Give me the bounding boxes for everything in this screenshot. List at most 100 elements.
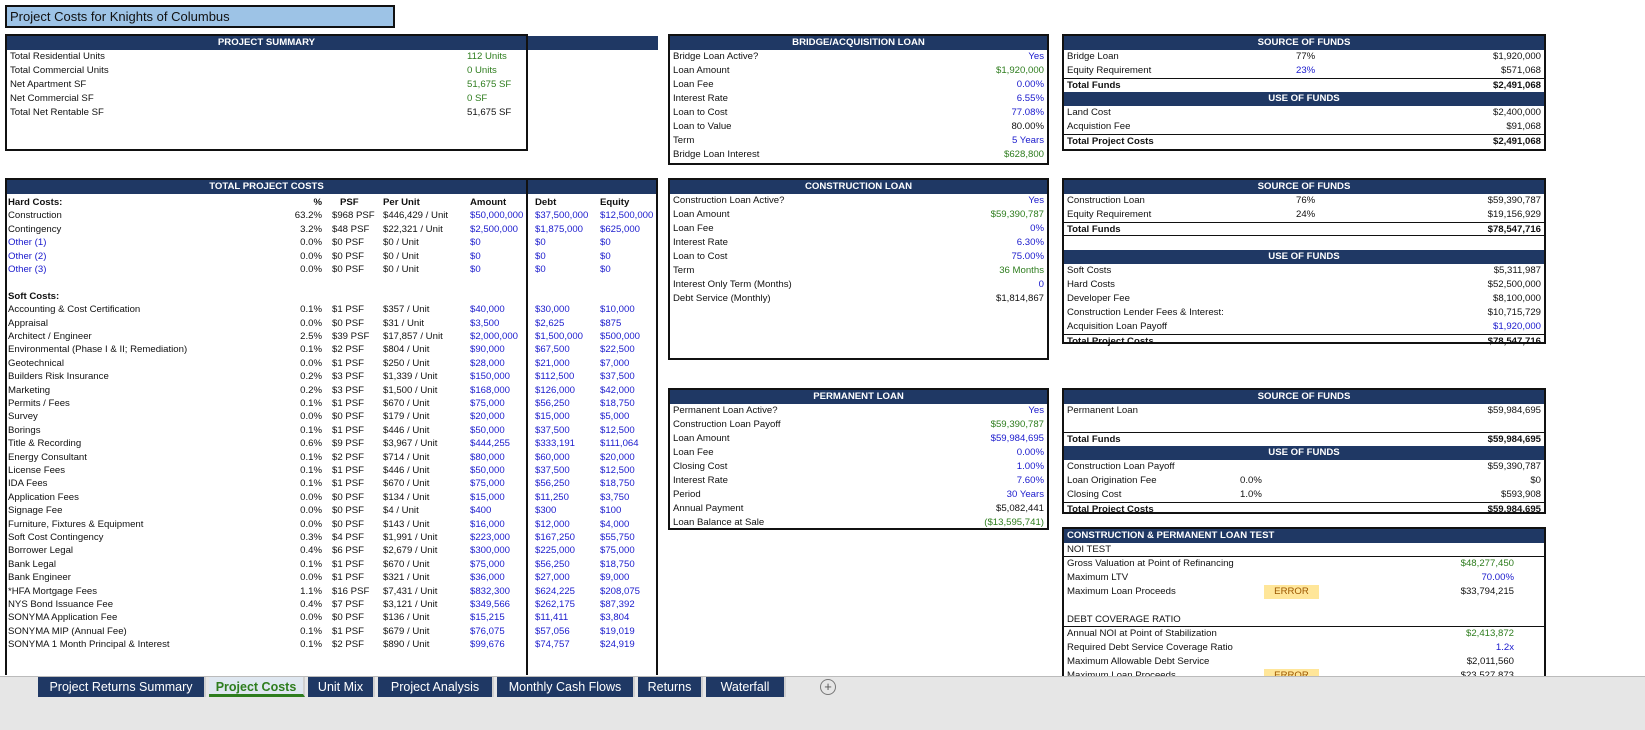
cost-amount[interactable]: $2,000,000 bbox=[470, 330, 518, 344]
cost-name: Appraisal bbox=[8, 317, 48, 329]
row-value[interactable]: 0% bbox=[1030, 222, 1044, 236]
cost-amount[interactable]: $40,000 bbox=[470, 303, 505, 317]
cost-pct: 0.0% bbox=[300, 317, 322, 329]
row-value[interactable]: $1,920,000 bbox=[996, 64, 1044, 78]
cost-pct: 1.1% bbox=[300, 585, 322, 597]
cost-amount[interactable]: $0 bbox=[470, 250, 481, 264]
row-label: Loan Fee bbox=[673, 447, 714, 458]
row-value[interactable]: 0 SF bbox=[467, 92, 487, 106]
row-value[interactable]: 36 Months bbox=[999, 264, 1044, 278]
row-value[interactable]: 0 bbox=[1039, 278, 1044, 292]
row-value[interactable]: 30 Years bbox=[1007, 488, 1044, 502]
row-value[interactable]: Yes bbox=[1028, 404, 1044, 418]
row-value[interactable]: 5 Years bbox=[1012, 134, 1044, 148]
cost-amount[interactable]: $76,075 bbox=[470, 625, 505, 639]
sheet-tab[interactable]: Unit Mix bbox=[308, 677, 375, 697]
row-value[interactable]: 51,675 SF bbox=[467, 106, 511, 120]
data-row: Closing Cost 1.00% bbox=[670, 460, 1047, 474]
cost-amount[interactable]: $75,000 bbox=[470, 558, 505, 572]
sheet-tab[interactable]: Project Costs bbox=[209, 677, 305, 697]
fund-label: Bridge Loan bbox=[1067, 51, 1119, 62]
cost-amount[interactable]: $349,566 bbox=[470, 598, 510, 612]
cost-amount[interactable]: $15,215 bbox=[470, 611, 505, 625]
cost-amount[interactable]: $16,000 bbox=[470, 518, 505, 532]
cost-name: Energy Consultant bbox=[8, 451, 87, 463]
test-label: Maximum LTV bbox=[1067, 572, 1129, 583]
cost-amount[interactable]: $28,000 bbox=[470, 357, 505, 371]
row-value[interactable]: $1,814,867 bbox=[996, 292, 1044, 306]
cost-amount[interactable]: $90,000 bbox=[470, 343, 505, 357]
cost-amount[interactable]: $80,000 bbox=[470, 451, 505, 465]
row-value[interactable]: 51,675 SF bbox=[467, 78, 511, 92]
cost-amount[interactable]: $2,500,000 bbox=[470, 223, 518, 237]
fund-label: Closing Cost bbox=[1067, 489, 1122, 500]
sheet-title: Project Costs for Knights of Columbus bbox=[5, 5, 395, 28]
row-value[interactable]: $59,390,787 bbox=[991, 418, 1044, 432]
spacer-row bbox=[1064, 236, 1544, 250]
cost-amount[interactable]: $444,255 bbox=[470, 437, 510, 451]
cost-amount[interactable]: $75,000 bbox=[470, 397, 505, 411]
row-value[interactable]: $628,800 bbox=[1004, 148, 1044, 162]
cost-amount[interactable]: $168,000 bbox=[470, 384, 510, 398]
plus-circle-icon[interactable]: + bbox=[820, 679, 836, 695]
cost-equity: $18,750 bbox=[600, 398, 635, 409]
cost-amount[interactable]: $99,676 bbox=[470, 638, 505, 652]
cost-amount[interactable]: $3,500 bbox=[470, 317, 499, 331]
cost-amount[interactable]: $0 bbox=[470, 263, 481, 277]
cost-amount[interactable]: $50,000 bbox=[470, 424, 505, 438]
cost-amount[interactable]: $15,000 bbox=[470, 491, 505, 505]
row-value[interactable]: 0.00% bbox=[1017, 78, 1044, 92]
row-value[interactable]: 80.00% bbox=[1011, 120, 1044, 134]
row-label: Period bbox=[673, 489, 701, 500]
cost-amount[interactable]: $223,000 bbox=[470, 531, 510, 545]
bridge-use-header: USE OF FUNDS bbox=[1064, 92, 1544, 106]
sheet-tab[interactable]: Returns bbox=[638, 677, 703, 697]
cost-amount[interactable]: $300,000 bbox=[470, 544, 510, 558]
sheet-tab[interactable]: Waterfall bbox=[706, 677, 786, 697]
row-value[interactable]: 6.30% bbox=[1017, 236, 1044, 250]
cost-amount[interactable]: $0 bbox=[470, 236, 481, 250]
row-value[interactable]: Yes bbox=[1028, 50, 1044, 64]
test-label: Annual NOI at Point of Stabilization bbox=[1067, 628, 1217, 639]
cost-psf: $39 PSF bbox=[332, 331, 370, 342]
fund-pct: 23% bbox=[1296, 65, 1316, 76]
cost-pct: 0.6% bbox=[300, 438, 322, 450]
sheet-tab[interactable]: Monthly Cash Flows bbox=[497, 677, 635, 697]
cost-psf: $1 PSF bbox=[332, 558, 364, 570]
cost-amount[interactable]: $832,300 bbox=[470, 585, 510, 599]
cost-amount[interactable]: $36,000 bbox=[470, 571, 505, 585]
cost-amount[interactable]: $20,000 bbox=[470, 410, 505, 424]
sheet-tab-bar: Project Returns Summary Project Costs Unit… bbox=[0, 676, 1645, 730]
row-value[interactable]: Yes bbox=[1028, 194, 1044, 208]
cost-amount[interactable]: $400 bbox=[470, 504, 491, 518]
row-value[interactable]: $5,082,441 bbox=[996, 502, 1044, 516]
row-value[interactable]: $59,984,695 bbox=[991, 432, 1044, 446]
row-value[interactable]: 75.00% bbox=[1011, 250, 1044, 264]
cost-psf: $6 PSF bbox=[332, 545, 364, 557]
fund-value: $5,311,987 bbox=[1493, 265, 1541, 276]
cost-amount[interactable]: $150,000 bbox=[470, 370, 510, 384]
cost-amount[interactable]: $50,000 bbox=[470, 464, 505, 478]
row-value[interactable]: 0 Units bbox=[467, 64, 497, 78]
cost-amount[interactable]: $75,000 bbox=[470, 477, 505, 491]
row-value[interactable]: ($13,595,741) bbox=[984, 516, 1044, 530]
row-value[interactable]: 1.00% bbox=[1017, 460, 1044, 474]
row-value[interactable]: 7.60% bbox=[1017, 474, 1044, 488]
data-row: Period 30 Years bbox=[670, 488, 1047, 502]
row-value[interactable]: 0.00% bbox=[1017, 446, 1044, 460]
cost-debt: $30,000 bbox=[535, 304, 570, 316]
cost-row: Appraisal 0.0% $0 PSF $31 / Unit $3,500 $2,62… bbox=[5, 317, 665, 331]
sheet-tab[interactable]: Project Returns Summary bbox=[38, 677, 206, 697]
row-value[interactable]: 77.08% bbox=[1011, 106, 1044, 120]
row-value[interactable]: 6.55% bbox=[1017, 92, 1044, 106]
cost-pct: 0.0% bbox=[300, 250, 322, 262]
cost-row: Other (1) 0.0% $0 PSF $0 / Unit $0 $0 $0 bbox=[5, 236, 665, 250]
cost-equity: $37,500 bbox=[600, 371, 635, 383]
row-value[interactable]: 112 Units bbox=[467, 50, 507, 64]
row-value[interactable]: $59,390,787 bbox=[991, 208, 1044, 222]
cost-amount[interactable]: $50,000,000 bbox=[470, 209, 523, 223]
cost-pct: 0.0% bbox=[300, 237, 322, 249]
sheet-tab[interactable]: Project Analysis bbox=[378, 677, 494, 697]
dscr-label-row: DEBT COVERAGE RATIO bbox=[1064, 613, 1544, 627]
cost-psf: $1 PSF bbox=[332, 398, 364, 409]
